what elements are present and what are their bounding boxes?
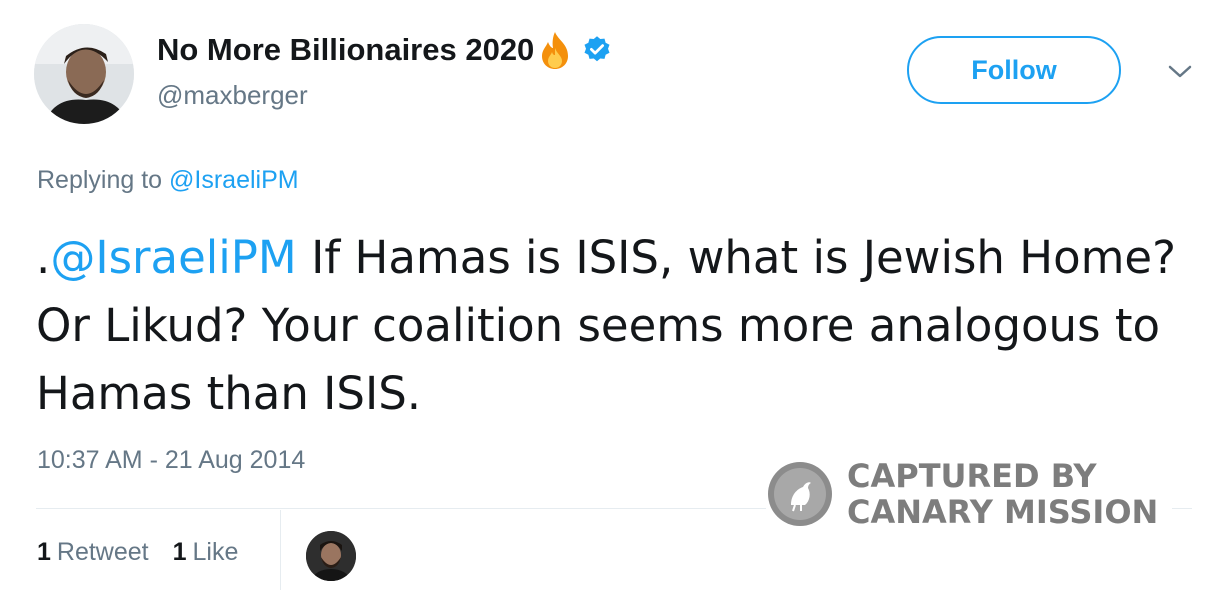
- chevron-down-icon[interactable]: [1166, 62, 1194, 82]
- replying-to-mention[interactable]: @IsraeliPM: [169, 166, 299, 194]
- tweet-text: .@IsraeliPM If Hamas is ISIS, what is Je…: [36, 224, 1186, 428]
- like-stat[interactable]: 1 Like: [173, 538, 239, 567]
- retweet-count: 1: [37, 538, 51, 566]
- retweet-stat[interactable]: 1 Retweet: [37, 538, 149, 567]
- replying-to-label: Replying to: [37, 166, 163, 194]
- avatar[interactable]: [34, 24, 134, 124]
- like-count: 1: [172, 538, 187, 566]
- stats-divider: [36, 508, 766, 509]
- tweet-timestamp[interactable]: 10:37 AM - 21 Aug 2014: [37, 446, 305, 475]
- watermark-text: CAPTURED BY CANARY MISSION: [847, 458, 1158, 530]
- tweet-mention-link[interactable]: @IsraeliPM: [50, 231, 296, 284]
- watermark-line-1: CAPTURED BY: [847, 457, 1097, 495]
- liker-avatar[interactable]: [306, 531, 356, 581]
- follow-button[interactable]: Follow: [907, 36, 1121, 104]
- canary-logo-icon: [767, 461, 833, 527]
- display-name[interactable]: No More Billionaires 2020: [157, 32, 534, 68]
- watermark-line-2: CANARY MISSION: [847, 493, 1159, 531]
- name-row: No More Billionaires 2020: [157, 30, 612, 70]
- tweet-stats: 1 Retweet 1 Like: [37, 538, 238, 567]
- verified-badge-icon: [582, 35, 612, 65]
- stats-vertical-separator: [280, 510, 281, 590]
- replying-to: Replying to @IsraeliPM: [37, 166, 299, 195]
- retweet-label: Retweet: [56, 538, 149, 566]
- stats-divider-right: [1172, 508, 1192, 509]
- like-label: Like: [192, 538, 239, 566]
- user-handle[interactable]: @maxberger: [157, 80, 308, 111]
- tweet-card: No More Billionaires 2020 @maxberger Fol…: [0, 0, 1220, 602]
- tweet-text-lead: .: [36, 231, 51, 284]
- watermark: CAPTURED BY CANARY MISSION: [767, 458, 1158, 530]
- fire-icon: [536, 30, 574, 70]
